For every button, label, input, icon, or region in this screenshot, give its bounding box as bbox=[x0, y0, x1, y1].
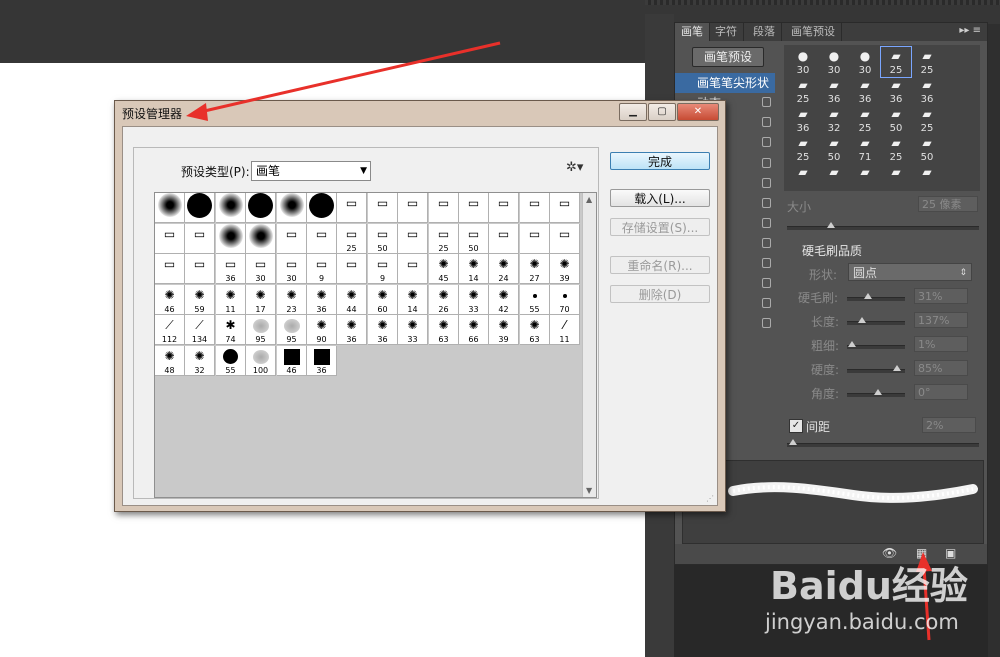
annotation-arrowhead-dialog bbox=[186, 103, 208, 121]
watermark-brand: Baidu经验 bbox=[770, 564, 968, 608]
annotation-arrow-dialog bbox=[199, 41, 501, 114]
watermark-url: jingyan.baidu.com bbox=[765, 610, 959, 634]
baidu-watermark: Baidu经验 jingyan.baidu.com bbox=[745, 555, 975, 645]
